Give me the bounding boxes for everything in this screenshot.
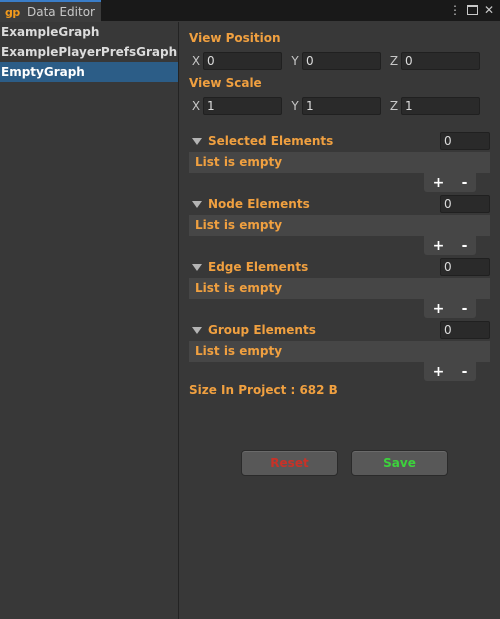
graph-list-sidebar: ExampleGraph ExamplePlayerPrefsGraph Emp…	[0, 22, 179, 619]
tab-data-editor[interactable]: gp Data Editor	[0, 0, 101, 22]
view-position-x-input[interactable]: 0	[203, 52, 282, 70]
remove-element-button[interactable]: -	[462, 302, 468, 316]
empty-list-message: List is empty	[189, 341, 490, 362]
window-controls: ⋮ ✕	[449, 3, 494, 17]
view-position-fields: X 0 Y 0 Z 0	[189, 52, 486, 70]
list-size-input[interactable]: 0	[440, 258, 490, 276]
list-header[interactable]: Group Elements 0	[189, 321, 490, 339]
save-button[interactable]: Save	[351, 450, 448, 476]
axis-x-label: X	[191, 54, 201, 68]
list-title: Node Elements	[208, 197, 310, 211]
axis-z-label: Z	[389, 54, 399, 68]
axis-z-label: Z	[389, 99, 399, 113]
foldout-arrow-icon[interactable]	[192, 200, 202, 208]
edge-elements-list: Edge Elements 0 List is empty + -	[189, 258, 490, 318]
empty-list-message: List is empty	[189, 152, 490, 173]
list-size-input[interactable]: 0	[440, 132, 490, 150]
gp-logo-icon: gp	[5, 5, 20, 19]
selected-elements-list: Selected Elements 0 List is empty + -	[189, 132, 490, 192]
title-bar: gp Data Editor ⋮ ✕	[0, 0, 500, 22]
add-element-button[interactable]: +	[433, 302, 445, 316]
sidebar-item-emptygraph[interactable]: EmptyGraph	[0, 62, 178, 82]
close-icon[interactable]: ✕	[484, 3, 494, 17]
empty-list-message: List is empty	[189, 278, 490, 299]
view-scale-label: View Scale	[189, 76, 262, 90]
list-title: Selected Elements	[208, 134, 334, 148]
sidebar-item-exampleplayerprefsgraph[interactable]: ExamplePlayerPrefsGraph	[0, 42, 178, 62]
foldout-arrow-icon[interactable]	[192, 263, 202, 271]
foldout-arrow-icon[interactable]	[192, 326, 202, 334]
list-add-remove-controls: + -	[424, 236, 476, 255]
view-scale-x-input[interactable]: 1	[203, 97, 282, 115]
list-header[interactable]: Selected Elements 0	[189, 132, 490, 150]
group-elements-list: Group Elements 0 List is empty + -	[189, 321, 490, 381]
view-scale-y-input[interactable]: 1	[302, 97, 381, 115]
foldout-arrow-icon[interactable]	[192, 137, 202, 145]
add-element-button[interactable]: +	[433, 176, 445, 190]
remove-element-button[interactable]: -	[462, 239, 468, 253]
view-scale-fields: X 1 Y 1 Z 1	[189, 97, 486, 115]
list-title: Group Elements	[208, 323, 316, 337]
more-options-icon[interactable]: ⋮	[449, 3, 461, 17]
reset-button[interactable]: Reset	[241, 450, 338, 476]
view-position-y-input[interactable]: 0	[302, 52, 381, 70]
add-element-button[interactable]: +	[433, 365, 445, 379]
maximize-icon[interactable]	[466, 5, 478, 15]
empty-list-message: List is empty	[189, 215, 490, 236]
inspector-panel: View Position X 0 Y 0 Z 0 View Scale X 1…	[180, 22, 500, 619]
list-title: Edge Elements	[208, 260, 309, 274]
list-header[interactable]: Node Elements 0	[189, 195, 490, 213]
axis-y-label: Y	[291, 54, 299, 68]
size-in-project-label: Size In Project : 682 B	[189, 383, 338, 397]
add-element-button[interactable]: +	[433, 239, 445, 253]
axis-y-label: Y	[291, 99, 299, 113]
list-add-remove-controls: + -	[424, 362, 476, 381]
node-elements-list: Node Elements 0 List is empty + -	[189, 195, 490, 255]
list-add-remove-controls: + -	[424, 173, 476, 192]
remove-element-button[interactable]: -	[462, 365, 468, 379]
view-scale-z-input[interactable]: 1	[401, 97, 480, 115]
list-header[interactable]: Edge Elements 0	[189, 258, 490, 276]
sidebar-item-examplegraph[interactable]: ExampleGraph	[0, 22, 178, 42]
list-add-remove-controls: + -	[424, 299, 476, 318]
axis-x-label: X	[191, 99, 201, 113]
list-size-input[interactable]: 0	[440, 195, 490, 213]
remove-element-button[interactable]: -	[462, 176, 468, 190]
view-position-label: View Position	[189, 31, 281, 45]
view-position-z-input[interactable]: 0	[401, 52, 480, 70]
tab-title: Data Editor	[27, 5, 95, 19]
list-size-input[interactable]: 0	[440, 321, 490, 339]
